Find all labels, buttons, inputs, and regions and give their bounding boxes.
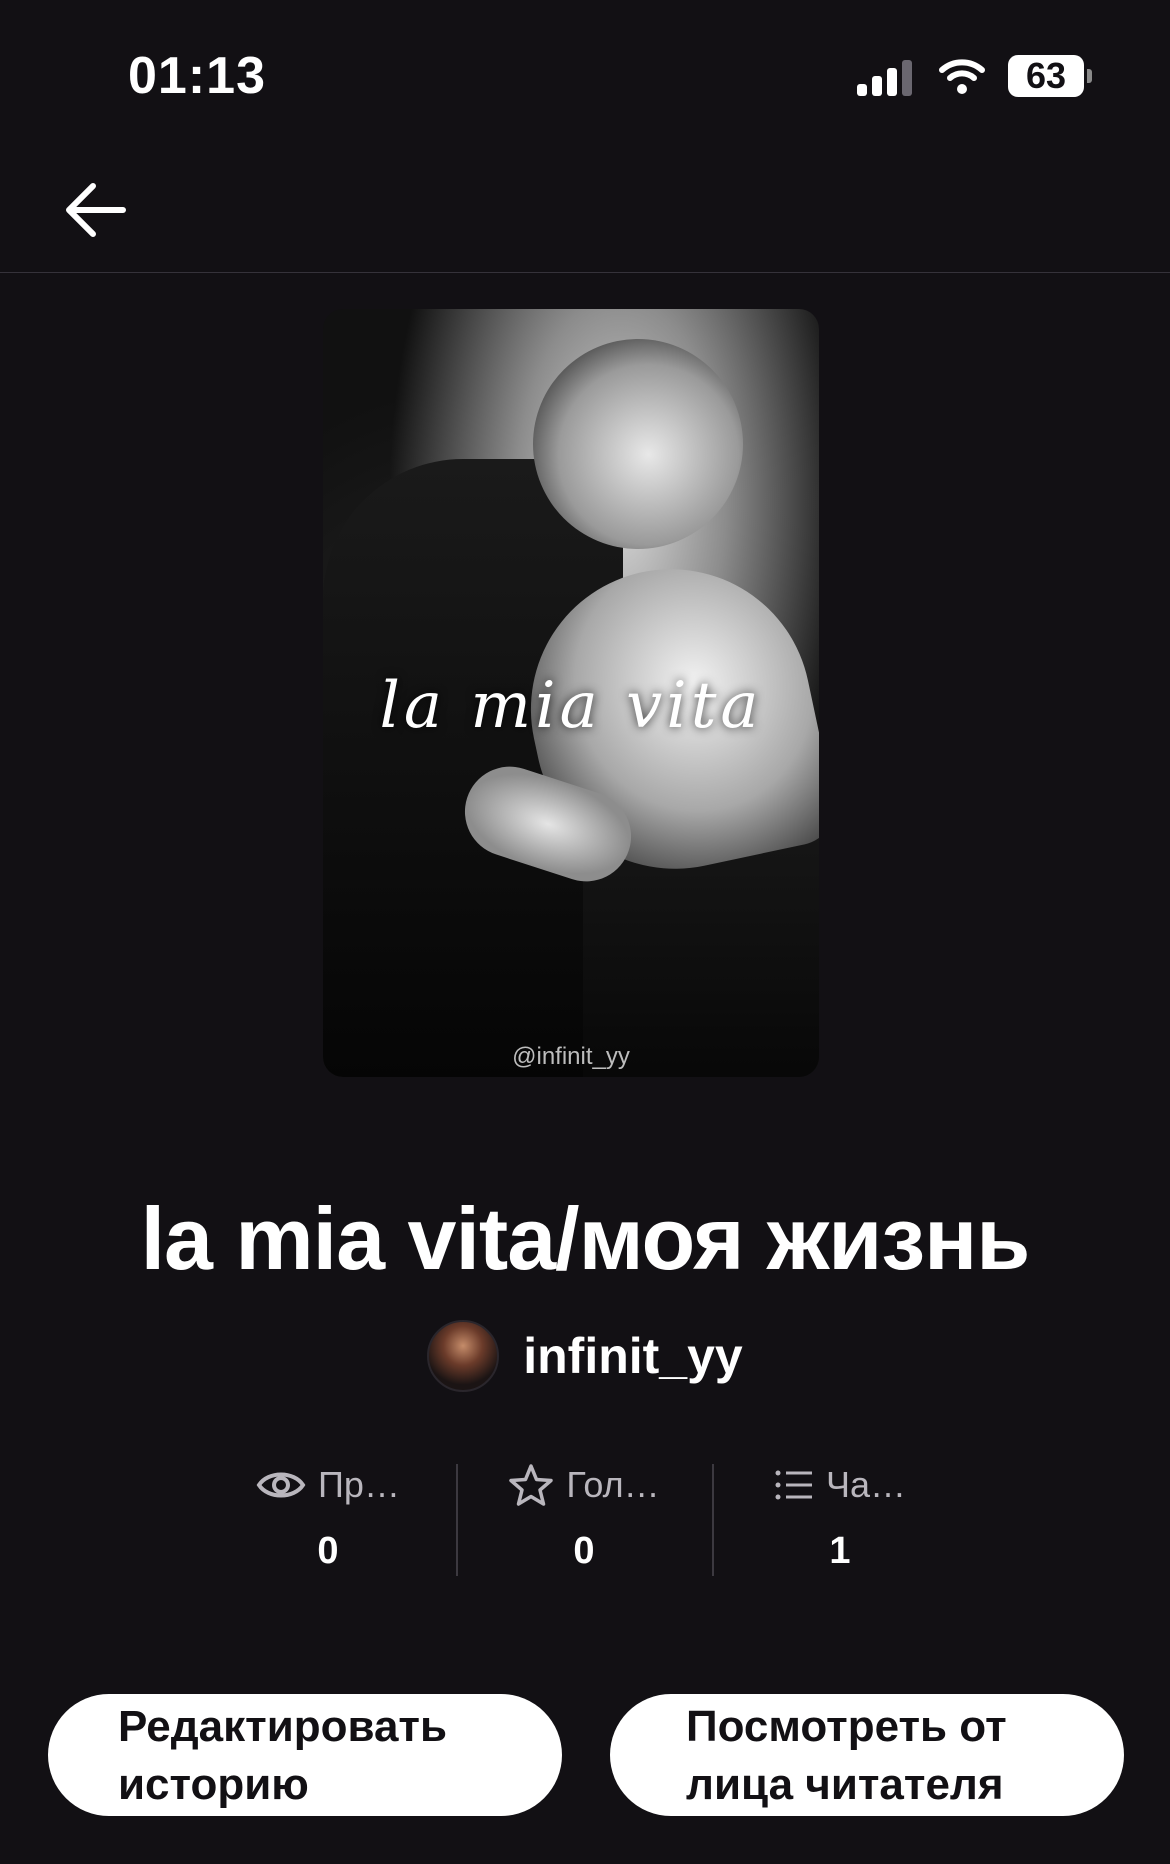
story-title: la mia vita/моя жизнь — [140, 1189, 1031, 1288]
cover-figure-head — [533, 339, 743, 549]
edit-story-button[interactable]: Редактировать историю — [48, 1694, 562, 1816]
stat-parts-value: 1 — [829, 1530, 851, 1572]
author-row[interactable]: infinit_yy — [0, 1318, 1170, 1394]
eye-icon — [256, 1472, 306, 1498]
stat-votes: Гол… 0 — [456, 1460, 712, 1576]
arrow-left-icon — [66, 183, 126, 237]
cover-watermark: @infinit_yy — [512, 1043, 630, 1070]
back-button[interactable] — [56, 170, 136, 250]
story-stats: Пр… 0 Гол… 0 Ча… 1 — [200, 1460, 970, 1576]
stat-parts: Ча… 1 — [712, 1460, 968, 1576]
cover-title-text: la mia vita — [379, 669, 763, 743]
stat-parts-label: Ча… — [825, 1464, 906, 1505]
battery-level: 63 — [1025, 55, 1067, 96]
stat-reads-label: Пр… — [318, 1464, 400, 1505]
nav-bar — [0, 150, 1170, 273]
battery-icon: 63 — [1008, 55, 1092, 97]
story-cover-image: la mia vita @infinit_yy — [323, 309, 819, 1077]
status-time: 01:13 — [128, 47, 266, 105]
list-icon — [775, 1470, 812, 1500]
star-icon — [509, 1464, 554, 1506]
author-avatar[interactable] — [427, 1320, 500, 1392]
stat-votes-value: 0 — [573, 1530, 595, 1572]
wifi-icon — [939, 59, 985, 94]
stat-reads: Пр… 0 — [200, 1460, 456, 1576]
reader-preview-button[interactable]: Посмотреть от лица читателя — [610, 1694, 1124, 1816]
status-bar: 01:13 63 — [0, 0, 1170, 150]
author-name[interactable]: infinit_yy — [523, 1327, 742, 1385]
stat-votes-label: Гол… — [566, 1464, 660, 1505]
stat-reads-value: 0 — [317, 1530, 339, 1572]
cellular-signal-icon — [857, 60, 912, 96]
